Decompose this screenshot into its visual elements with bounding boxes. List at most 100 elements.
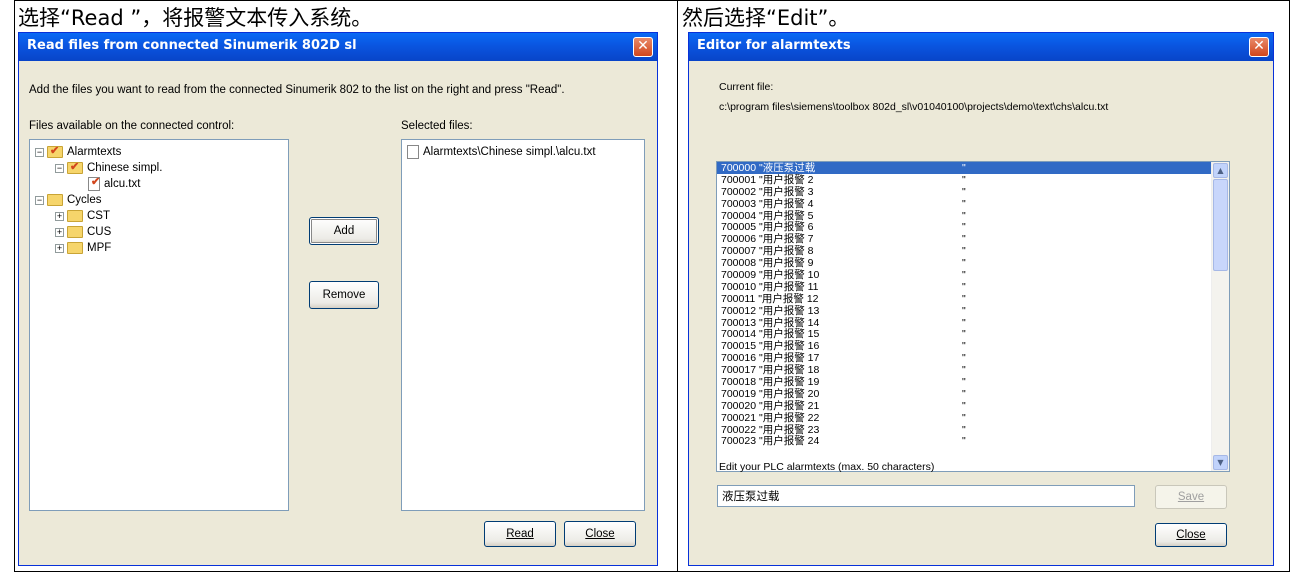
tree-label: Cycles [67, 194, 102, 206]
alarm-text-input[interactable]: 液压泵过载 [717, 485, 1135, 507]
collapse-icon[interactable]: − [55, 163, 64, 173]
alarm-row[interactable]: 700018 "用户报警 19 " [717, 376, 1229, 388]
alarm-row[interactable]: 700019 "用户报警 20 " [717, 388, 1229, 400]
alarm-row[interactable]: 700000 "液压泵过载 " [717, 162, 1229, 174]
alarm-end-quote: " [962, 387, 966, 400]
edit-label: Edit your PLC alarmtexts (max. 50 charac… [719, 461, 935, 473]
alarm-row[interactable]: 700023 "用户报警 24 " [717, 435, 1229, 447]
alarm-row[interactable]: 700011 "用户报警 12 " [717, 293, 1229, 305]
read-button[interactable]: Read [484, 521, 556, 547]
alarm-text: "用户报警 3 [758, 185, 814, 198]
alarm-code-text: 700006 [721, 233, 757, 246]
alarm-code-text: 700009 [721, 269, 757, 282]
alarm-row[interactable]: 700020 "用户报警 21 " [717, 400, 1229, 412]
alarm-row[interactable]: 700017 "用户报警 18 " [717, 364, 1229, 376]
alarm-row[interactable]: 700001 "用户报警 2 " [717, 174, 1229, 186]
alarm-text: "用户报警 4 [758, 197, 814, 210]
alarm-text: "用户报警 8 [758, 245, 814, 258]
editor-titlebar: Editor for alarmtexts ✕ [689, 33, 1273, 61]
alarm-code-text: 700005 [721, 221, 757, 234]
alarm-text: "用户报警 11 [758, 280, 819, 293]
alarm-code-text: 700007 [721, 245, 757, 258]
alarm-code-text: 700021 [721, 411, 757, 424]
vertical-scrollbar[interactable]: ▲ ▼ [1211, 162, 1229, 471]
collapse-icon[interactable]: − [35, 147, 44, 157]
alarm-row[interactable]: 700008 "用户报警 9 " [717, 257, 1229, 269]
alarm-row[interactable]: 700016 "用户报警 17 " [717, 352, 1229, 364]
tree-node-mpf[interactable]: + MPF [55, 240, 111, 256]
add-button[interactable]: Add [309, 217, 379, 245]
alarm-row[interactable]: 700006 "用户报警 7 " [717, 233, 1229, 245]
alarm-cell: 700017 "用户报警 18 [721, 364, 819, 376]
editor-close-button[interactable]: Close [1155, 523, 1227, 547]
alarm-row[interactable]: 700022 "用户报警 23 " [717, 424, 1229, 436]
alarm-row[interactable]: 700005 "用户报警 6 " [717, 221, 1229, 233]
alarm-text: "用户报警 24 [758, 435, 820, 448]
tree-node-cus[interactable]: + CUS [55, 224, 111, 240]
close-button[interactable]: Close [564, 521, 636, 547]
alarm-cell: 700006 "用户报警 7 [721, 233, 813, 245]
collapse-icon[interactable]: − [35, 195, 44, 205]
checked-file-icon: ✔ [88, 177, 100, 191]
tree-node-cycles[interactable]: − Cycles [35, 192, 102, 208]
alarm-row[interactable]: 700002 "用户报警 3 " [717, 186, 1229, 198]
expand-icon[interactable]: + [55, 243, 64, 253]
close-button-label: Close [585, 528, 615, 540]
alarm-text: "用户报警 2 [758, 173, 814, 186]
close-icon[interactable]: ✕ [633, 37, 653, 57]
alarm-row[interactable]: 700003 "用户报警 4 " [717, 198, 1229, 210]
scroll-up-icon[interactable]: ▲ [1213, 163, 1228, 178]
alarm-row[interactable]: 700004 "用户报警 5 " [717, 210, 1229, 222]
remove-button[interactable]: Remove [309, 281, 379, 309]
alarm-cell: 700010 "用户报警 11 [721, 281, 819, 293]
alarm-end-quote: " [962, 197, 966, 210]
alarm-row[interactable]: 700021 "用户报警 22 " [717, 412, 1229, 424]
alarm-end-quote: " [962, 411, 966, 424]
available-files-tree[interactable]: − ✔ Alarmtexts − ✔ Chinese simpl. ✔ alcu… [29, 139, 289, 511]
alarm-row[interactable]: 700010 "用户报警 11 " [717, 281, 1229, 293]
alarm-text: "用户报警 10 [758, 269, 820, 282]
read-dialog-titlebar: Read files from connected Sinumerik 802D… [19, 33, 657, 61]
alarm-cell: 700002 "用户报警 3 [721, 186, 813, 198]
alarm-end-quote: " [962, 162, 966, 174]
alarm-end-quote: " [962, 352, 966, 365]
alarm-row[interactable]: 700009 "用户报警 10 " [717, 269, 1229, 281]
alarm-end-quote: " [962, 173, 966, 186]
save-button[interactable]: Save [1155, 485, 1227, 509]
alarm-cell: 700019 "用户报警 20 [721, 388, 819, 400]
alarm-row[interactable]: 700015 "用户报警 16 " [717, 340, 1229, 352]
tree-node-cst[interactable]: + CST [55, 208, 110, 224]
close-icon[interactable]: ✕ [1249, 37, 1269, 57]
alarm-cell: 700016 "用户报警 17 [721, 352, 819, 364]
save-button-label: Save [1177, 491, 1205, 503]
tree-label: alcu.txt [104, 178, 141, 190]
alarm-text: "用户报警 20 [758, 387, 820, 400]
tree-node-alcu[interactable]: ✔ alcu.txt [88, 176, 141, 192]
alarm-text: "用户报警 6 [758, 221, 814, 234]
alarm-row[interactable]: 700014 "用户报警 15 " [717, 328, 1229, 340]
alarm-cell: 700005 "用户报警 6 [721, 221, 813, 233]
alarm-row[interactable]: 700007 "用户报警 8 " [717, 245, 1229, 257]
list-item[interactable]: Alarmtexts\Chinese simpl.\alcu.txt [407, 144, 596, 160]
tree-node-alarmtexts[interactable]: − ✔ Alarmtexts [35, 144, 121, 160]
expand-icon[interactable]: + [55, 227, 64, 237]
editor-close-button-label: Close [1176, 529, 1206, 541]
alarm-text: "液压泵过载 [758, 162, 816, 174]
alarm-cell: 700013 "用户报警 14 [721, 317, 819, 329]
current-file-path: c:\program files\siemens\toolbox 802d_sl… [719, 101, 1109, 113]
expand-icon[interactable]: + [55, 211, 64, 221]
table-divider [677, 0, 678, 572]
selected-files-list[interactable]: Alarmtexts\Chinese simpl.\alcu.txt [401, 139, 645, 511]
alarm-code-text: 700000 [721, 162, 757, 174]
alarm-row[interactable]: 700013 "用户报警 14 " [717, 317, 1229, 329]
alarm-text: "用户报警 7 [758, 233, 814, 246]
alarm-row[interactable]: 700012 "用户报警 13 " [717, 305, 1229, 317]
scroll-down-icon[interactable]: ▼ [1213, 455, 1228, 470]
alarm-list[interactable]: 700000 "液压泵过载 " 700001 "用户报警 2 " 700002 "用户报… [716, 161, 1230, 472]
scroll-thumb[interactable] [1213, 179, 1228, 271]
alarm-text: "用户报警 9 [758, 257, 814, 270]
folder-icon [67, 226, 83, 238]
tree-node-chinese[interactable]: − ✔ Chinese simpl. [55, 160, 162, 176]
tree-label: CUS [87, 226, 112, 238]
alarm-text: "用户报警 23 [758, 423, 820, 436]
